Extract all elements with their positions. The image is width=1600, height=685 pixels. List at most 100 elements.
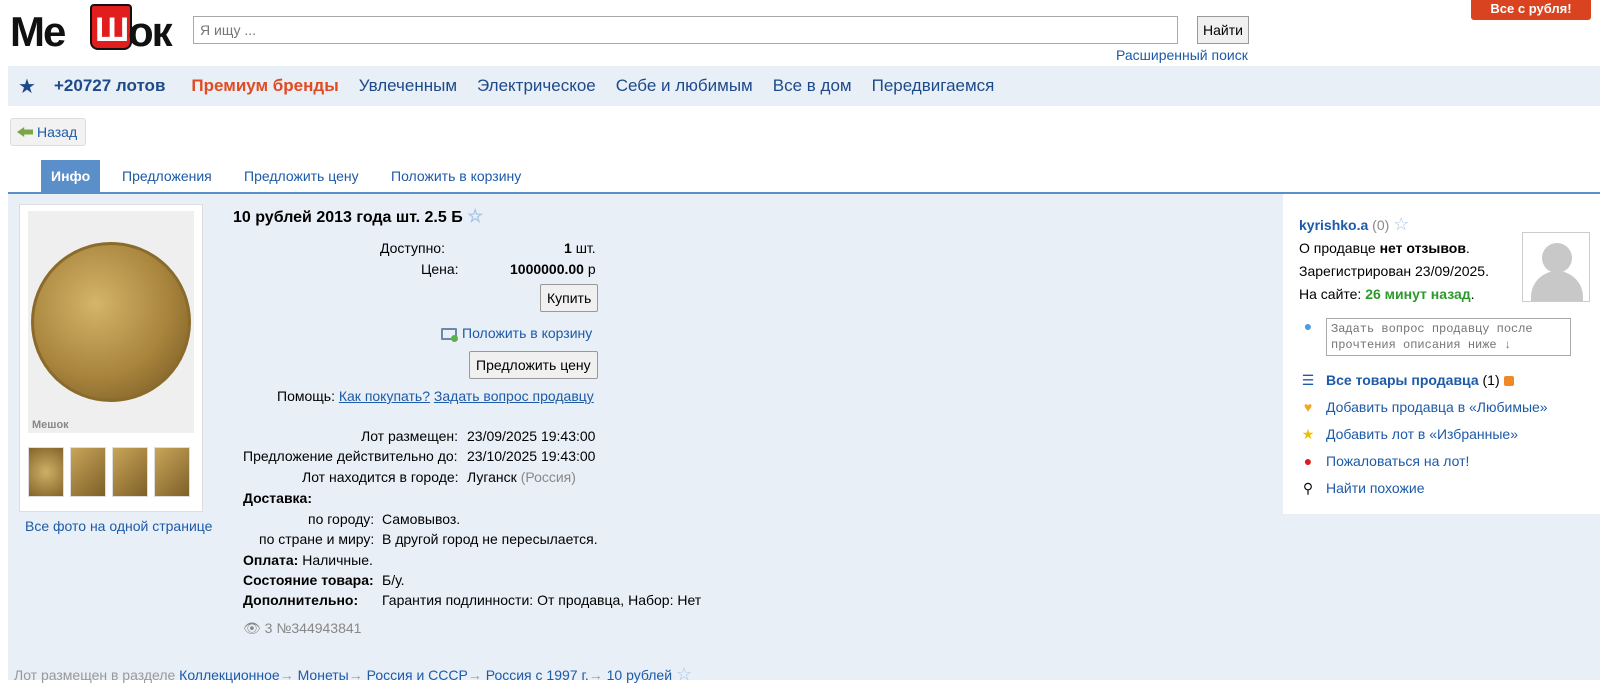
world-delivery-value: В другой город не пересылается. (382, 531, 598, 547)
city-label: Лот находится в городе: (302, 469, 459, 485)
thumbnail[interactable] (70, 447, 106, 497)
nav-item[interactable]: Передвигаемся (872, 76, 995, 96)
seller-name-row: kyrishko.a (0) ☆ (1299, 214, 1409, 235)
valid-until-label: Предложение действительно до: (243, 448, 458, 464)
tab-offers[interactable]: Предложения (122, 160, 212, 192)
photo-watermark: Мешок (32, 419, 69, 431)
promo-badge[interactable]: Все с рубля! (1471, 0, 1591, 20)
buy-button[interactable]: Купить (540, 284, 599, 312)
add-seller-favorite-link[interactable]: Добавить продавца в «Любимые» (1326, 399, 1548, 415)
coin-image (31, 242, 191, 402)
nav-item[interactable]: Увлеченным (359, 76, 457, 96)
ask-seller-input[interactable] (1326, 318, 1571, 356)
find-similar-link[interactable]: Найти похожие (1326, 480, 1425, 496)
lot-meta: 👁 3 №344943841 (243, 620, 361, 637)
nav-item[interactable]: Себе и любимым (616, 76, 753, 96)
city-delivery-value: Самовывоз. (382, 511, 461, 527)
lot-tabs: Инфо Предложения Предложить цену Положит… (8, 160, 1600, 194)
breadcrumb-prefix: Лот размещен в разделе (14, 667, 176, 683)
main-photo[interactable]: Мешок (28, 211, 194, 433)
seller-registered: Зарегистрирован 23/09/2025. (1299, 263, 1489, 279)
tab-info[interactable]: Инфо (41, 160, 101, 192)
seller-favorite-star-icon[interactable]: ☆ (1393, 214, 1409, 234)
seller-name-link[interactable]: kyrishko.a (1299, 217, 1368, 233)
city-value: Луганск (Россия) (467, 469, 576, 485)
category-nav: ★ +20727 лотов Премиум бренды Увлеченным… (8, 66, 1600, 106)
star-icon[interactable]: ★ (18, 74, 40, 99)
heart-icon: ♥ (1303, 399, 1313, 415)
breadcrumb-item[interactable]: Коллекционное (179, 667, 280, 683)
price-amount: 1000000.00 (510, 261, 584, 277)
cart-add-icon (440, 326, 458, 342)
list-icon: ☰ (1301, 372, 1315, 388)
condition-label: Состояние товара: (243, 572, 374, 588)
breadcrumb-item[interactable]: Монеты (298, 667, 349, 683)
advanced-search-link[interactable]: Расширенный поиск (1116, 47, 1248, 63)
lot-title-text: 10 рублей 2013 года шт. 2.5 Б (233, 209, 463, 226)
breadcrumb-item[interactable]: 10 рублей (607, 667, 672, 683)
payment-label: Оплата: (243, 552, 299, 568)
placed-value: 23/09/2025 19:43:00 (467, 428, 596, 444)
logo-text-right: ок (128, 8, 173, 55)
extra-value: Гарантия подлинности: От продавца, Набор… (382, 592, 702, 608)
help-row: Помощь: Как покупать? Задать вопрос прод… (277, 388, 594, 404)
ask-seller-link[interactable]: Задать вопрос продавцу (434, 388, 594, 404)
available-label: Доступно: (380, 240, 445, 256)
seller-avatar[interactable] (1522, 232, 1590, 302)
logo-bag-letter: Ш (95, 11, 129, 49)
seller-online: На сайте: 26 минут назад. (1299, 286, 1475, 302)
thumbnail[interactable] (112, 447, 148, 497)
rss-icon[interactable] (1503, 376, 1514, 386)
breadcrumb-item[interactable]: Россия и СССР (367, 667, 468, 683)
payment-value: Наличные. (302, 552, 373, 568)
add-to-cart-link[interactable]: Положить в корзину (440, 325, 593, 342)
site-logo[interactable]: Ме Ш ок (10, 2, 182, 55)
seller-reviews: О продавце нет отзывов. (1299, 240, 1470, 256)
offer-price-button[interactable]: Предложить цену (469, 351, 598, 379)
search-button[interactable]: Найти (1197, 16, 1249, 44)
header: Ме Ш ок Найти Расширенный поиск Все с ру… (0, 0, 1600, 66)
add-lot-favorite-link[interactable]: Добавить лот в «Избранные» (1326, 426, 1518, 442)
city-delivery-label: по городу: (308, 511, 375, 527)
nav-lots-count[interactable]: +20727 лотов (54, 76, 165, 96)
how-to-buy-link[interactable]: Как покупать? (339, 388, 430, 404)
lot-title: 10 рублей 2013 года шт. 2.5 Б ☆ (233, 206, 483, 227)
eye-icon: 👁 (243, 620, 261, 636)
reviews-prefix: О продавце (1299, 240, 1376, 256)
thumbnail[interactable] (28, 447, 64, 497)
seller-rating: (0) (1372, 217, 1390, 233)
back-label: Назад (37, 124, 78, 140)
nav-item[interactable]: Электрическое (477, 76, 596, 96)
nav-item[interactable]: Все в дом (773, 76, 852, 96)
all-photos-link[interactable]: Все фото на одной странице (25, 518, 212, 534)
reviews-value: нет отзывов (1379, 240, 1466, 256)
breadcrumb-favorite-star-icon[interactable]: ☆ (676, 664, 692, 684)
search-input[interactable] (193, 16, 1178, 44)
star-icon: ★ (1301, 426, 1315, 442)
logo-bag-icon: Ш (90, 4, 132, 50)
view-count: 3 (264, 620, 273, 636)
complain-link[interactable]: Пожаловаться на лот! (1326, 453, 1469, 469)
search-icon: ⚲ (1302, 480, 1314, 496)
photo-gallery: Мешок (19, 204, 203, 512)
help-label: Помощь: (277, 388, 335, 404)
tab-offer-price[interactable]: Предложить цену (244, 160, 359, 192)
valid-until-value: 23/10/2025 19:43:00 (467, 448, 596, 464)
tab-add-to-cart[interactable]: Положить в корзину (391, 160, 521, 192)
breadcrumb-item[interactable]: Россия с 1997 г. (486, 667, 589, 683)
add-to-cart-label: Положить в корзину (462, 325, 593, 341)
alert-icon: ● (1303, 453, 1313, 469)
placed-label: Лот размещен: (361, 428, 458, 444)
all-seller-items-link[interactable]: Все товары продавца (1326, 372, 1479, 388)
extra-label: Дополнительно: (243, 592, 359, 608)
city-name: Луганск (467, 469, 517, 485)
nav-premium-brands[interactable]: Премиум бренды (191, 76, 338, 96)
available-unit: шт. (575, 240, 596, 256)
thumbnail[interactable] (154, 447, 190, 497)
price-label: Цена: (421, 261, 459, 277)
favorite-star-icon[interactable]: ☆ (467, 206, 483, 226)
back-button[interactable]: Назад (10, 118, 87, 146)
price-unit: р (587, 261, 596, 277)
all-seller-items-row: Все товары продавца (1) (1326, 372, 1514, 388)
available-count: 1 (564, 240, 572, 256)
